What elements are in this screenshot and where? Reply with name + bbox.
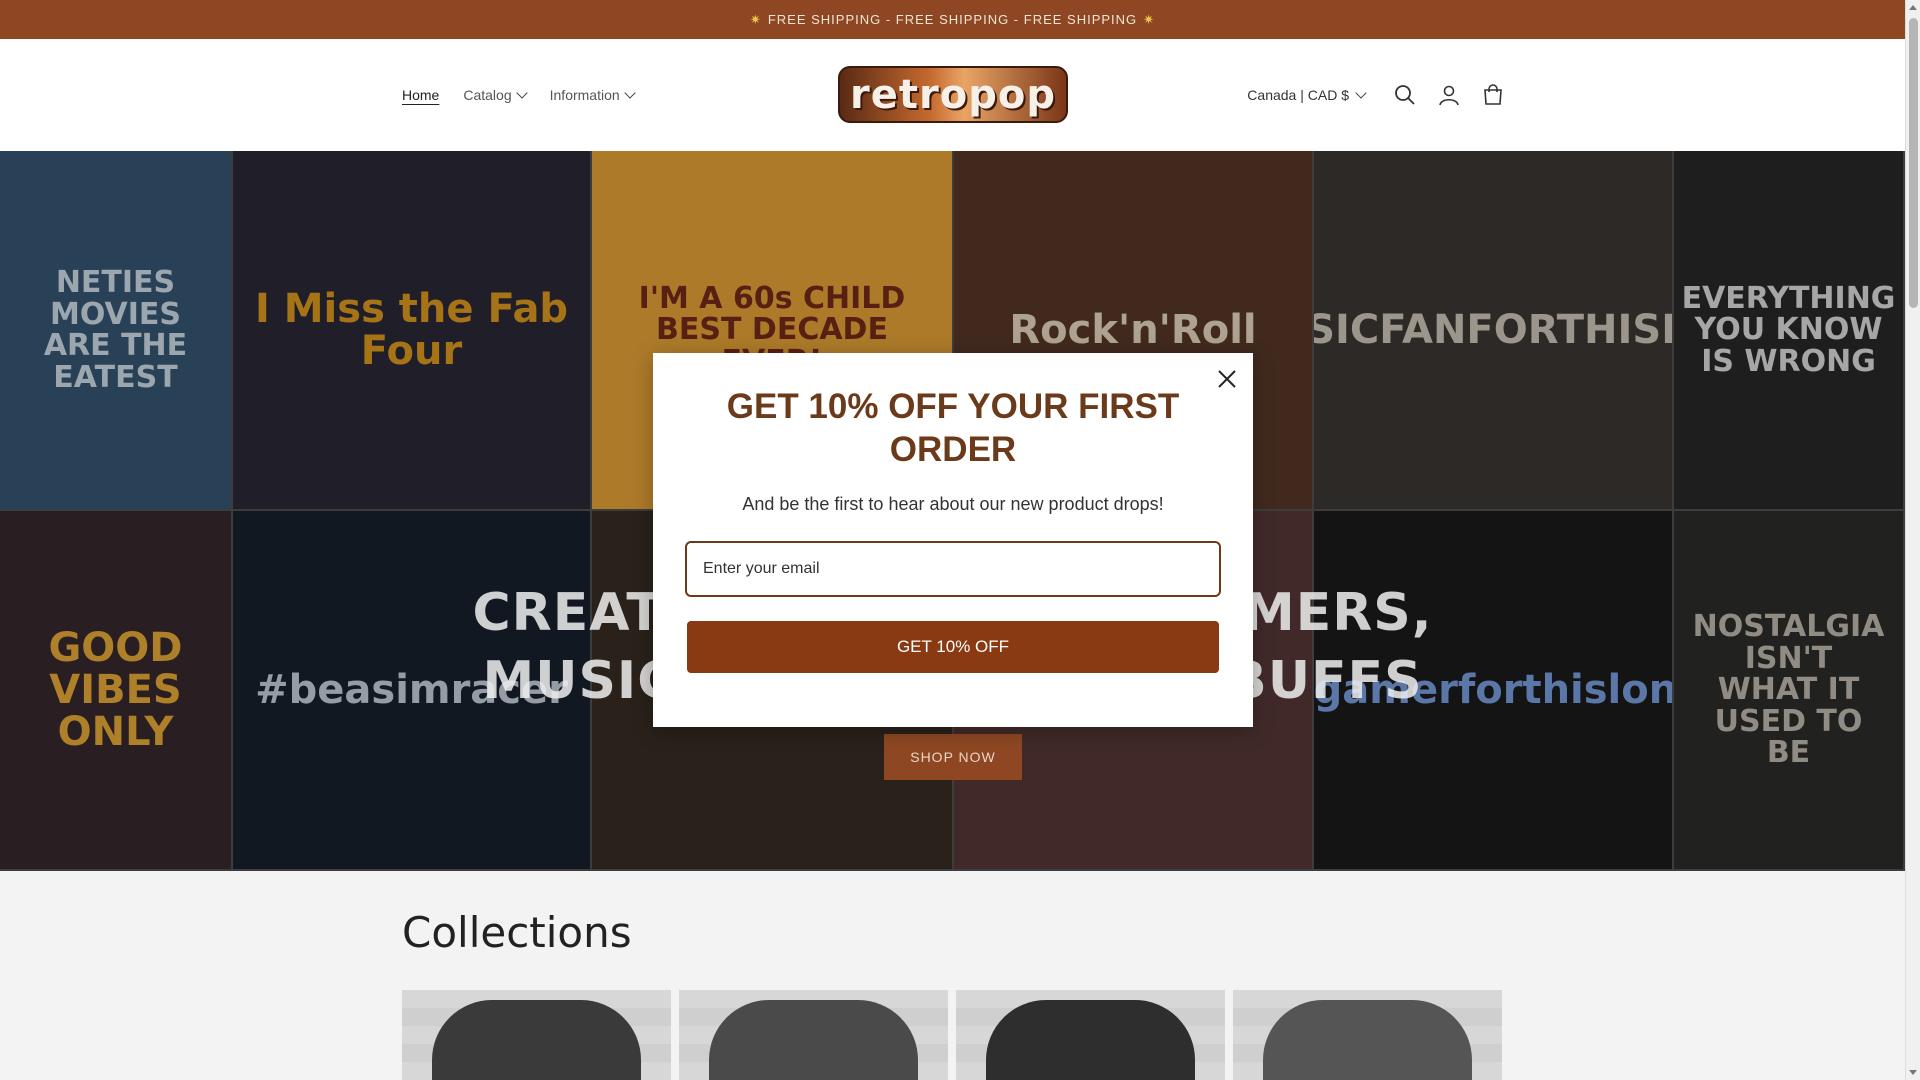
nav-item-information[interactable]: Information bbox=[549, 87, 636, 103]
tshirt-image bbox=[1263, 1000, 1472, 1080]
get-discount-button[interactable]: GET 10% OFF bbox=[687, 621, 1219, 673]
scroll-thumb[interactable] bbox=[1909, 18, 1918, 308]
scroll-up-arrow[interactable] bbox=[1909, 5, 1917, 10]
nav-item-home[interactable]: Home bbox=[402, 87, 439, 103]
site-logo[interactable]: retropop bbox=[838, 66, 1068, 123]
collection-cards bbox=[402, 990, 1502, 1080]
currency-label: Canada | CAD $ bbox=[1247, 87, 1349, 103]
nav-item-catalog[interactable]: Catalog bbox=[463, 87, 528, 103]
account-icon[interactable] bbox=[1437, 83, 1461, 107]
discount-popup: GET 10% OFF YOUR FIRST ORDER And be the … bbox=[653, 353, 1253, 727]
shop-now-button[interactable]: SHOP NOW bbox=[884, 734, 1022, 780]
popup-title: GET 10% OFF YOUR FIRST ORDER bbox=[726, 387, 1180, 469]
announcement-text: FREE SHIPPING - FREE SHIPPING - FREE SHI… bbox=[767, 12, 1138, 27]
popup-subtitle: And be the first to hear about our new p… bbox=[742, 494, 1164, 514]
sparkle-icon: ✷ bbox=[749, 11, 762, 27]
collection-card[interactable] bbox=[679, 990, 948, 1080]
email-input[interactable] bbox=[685, 541, 1221, 597]
announcement-bar: ✷ FREE SHIPPING - FREE SHIPPING - FREE S… bbox=[0, 0, 1905, 39]
currency-selector[interactable]: Canada | CAD $ bbox=[1247, 87, 1367, 103]
page-scrollbar[interactable] bbox=[1905, 0, 1920, 1080]
site-header: Home Catalog Information retropop Canada… bbox=[0, 39, 1905, 151]
main-nav: Home Catalog Information bbox=[402, 39, 636, 151]
cart-icon[interactable] bbox=[1481, 83, 1505, 107]
tshirt-image bbox=[432, 1000, 641, 1080]
close-icon[interactable] bbox=[1213, 365, 1241, 393]
collection-card[interactable] bbox=[1233, 990, 1502, 1080]
header-actions: Canada | CAD $ bbox=[1247, 39, 1505, 151]
chevron-down-icon bbox=[1355, 87, 1367, 99]
collections-title: Collections bbox=[402, 908, 632, 957]
tshirt-image bbox=[709, 1000, 918, 1080]
logo-text: retropop bbox=[850, 71, 1056, 118]
scroll-down-arrow[interactable] bbox=[1909, 1070, 1917, 1075]
chevron-down-icon bbox=[515, 87, 528, 99]
tshirt-image bbox=[986, 1000, 1195, 1080]
nav-label: Home bbox=[402, 87, 440, 103]
collection-card[interactable] bbox=[956, 990, 1225, 1080]
search-icon[interactable] bbox=[1393, 83, 1417, 107]
nav-label: Information bbox=[549, 87, 620, 103]
sparkle-icon: ✷ bbox=[1143, 11, 1156, 27]
nav-label: Catalog bbox=[463, 87, 512, 103]
chevron-down-icon bbox=[624, 87, 636, 99]
collection-card[interactable] bbox=[402, 990, 671, 1080]
